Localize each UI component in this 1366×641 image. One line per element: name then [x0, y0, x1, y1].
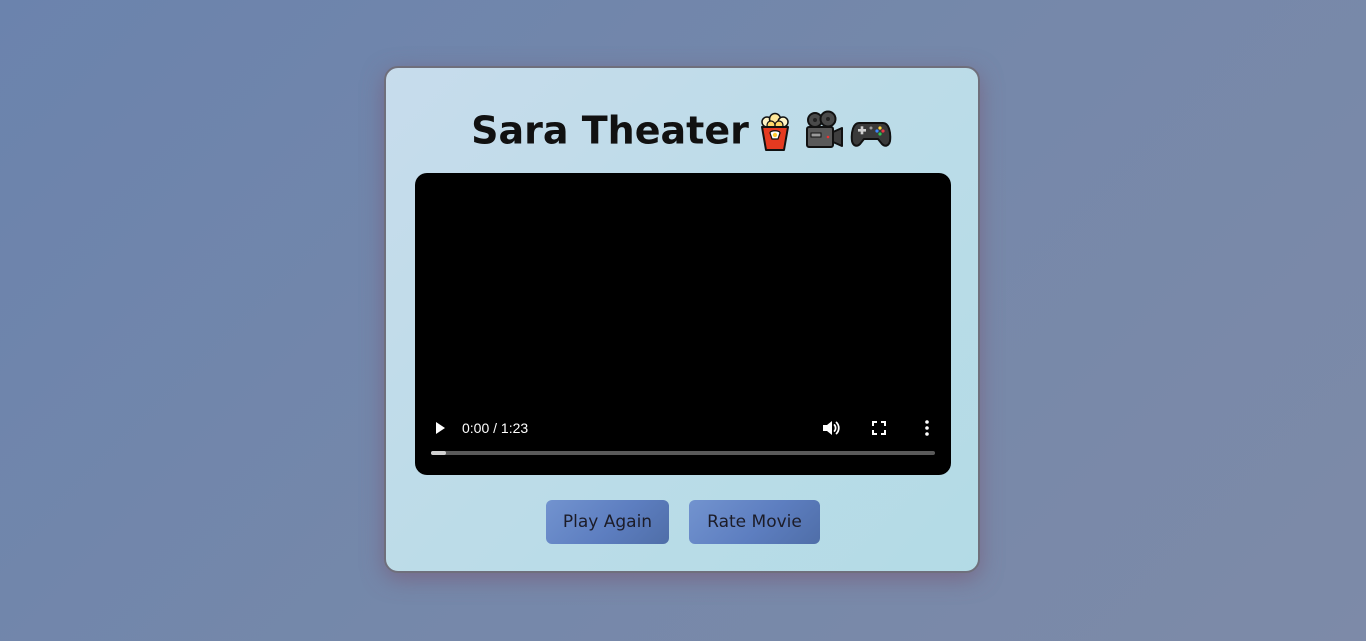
volume-icon[interactable]: [819, 416, 843, 440]
game-controller-icon: [849, 109, 893, 153]
play-icon[interactable]: [429, 417, 451, 439]
page-title-text: Sara Theater: [471, 108, 749, 153]
page-title: Sara Theater: [386, 102, 978, 154]
more-options-icon[interactable]: [916, 417, 938, 439]
movie-camera-icon: [801, 109, 845, 153]
play-again-button[interactable]: Play Again: [546, 500, 669, 544]
video-progress-fill: [431, 451, 447, 455]
popcorn-icon: [753, 109, 797, 153]
video-player[interactable]: 0:00 / 1:23: [415, 173, 951, 475]
fullscreen-icon[interactable]: [868, 417, 890, 439]
video-progress-bar[interactable]: [431, 451, 935, 455]
rate-movie-button[interactable]: Rate Movie: [689, 500, 820, 544]
theater-card: Sara Theater 0:00 / 1:23 Play Again Rate…: [384, 66, 980, 573]
video-time: 0:00 / 1:23: [462, 420, 529, 436]
